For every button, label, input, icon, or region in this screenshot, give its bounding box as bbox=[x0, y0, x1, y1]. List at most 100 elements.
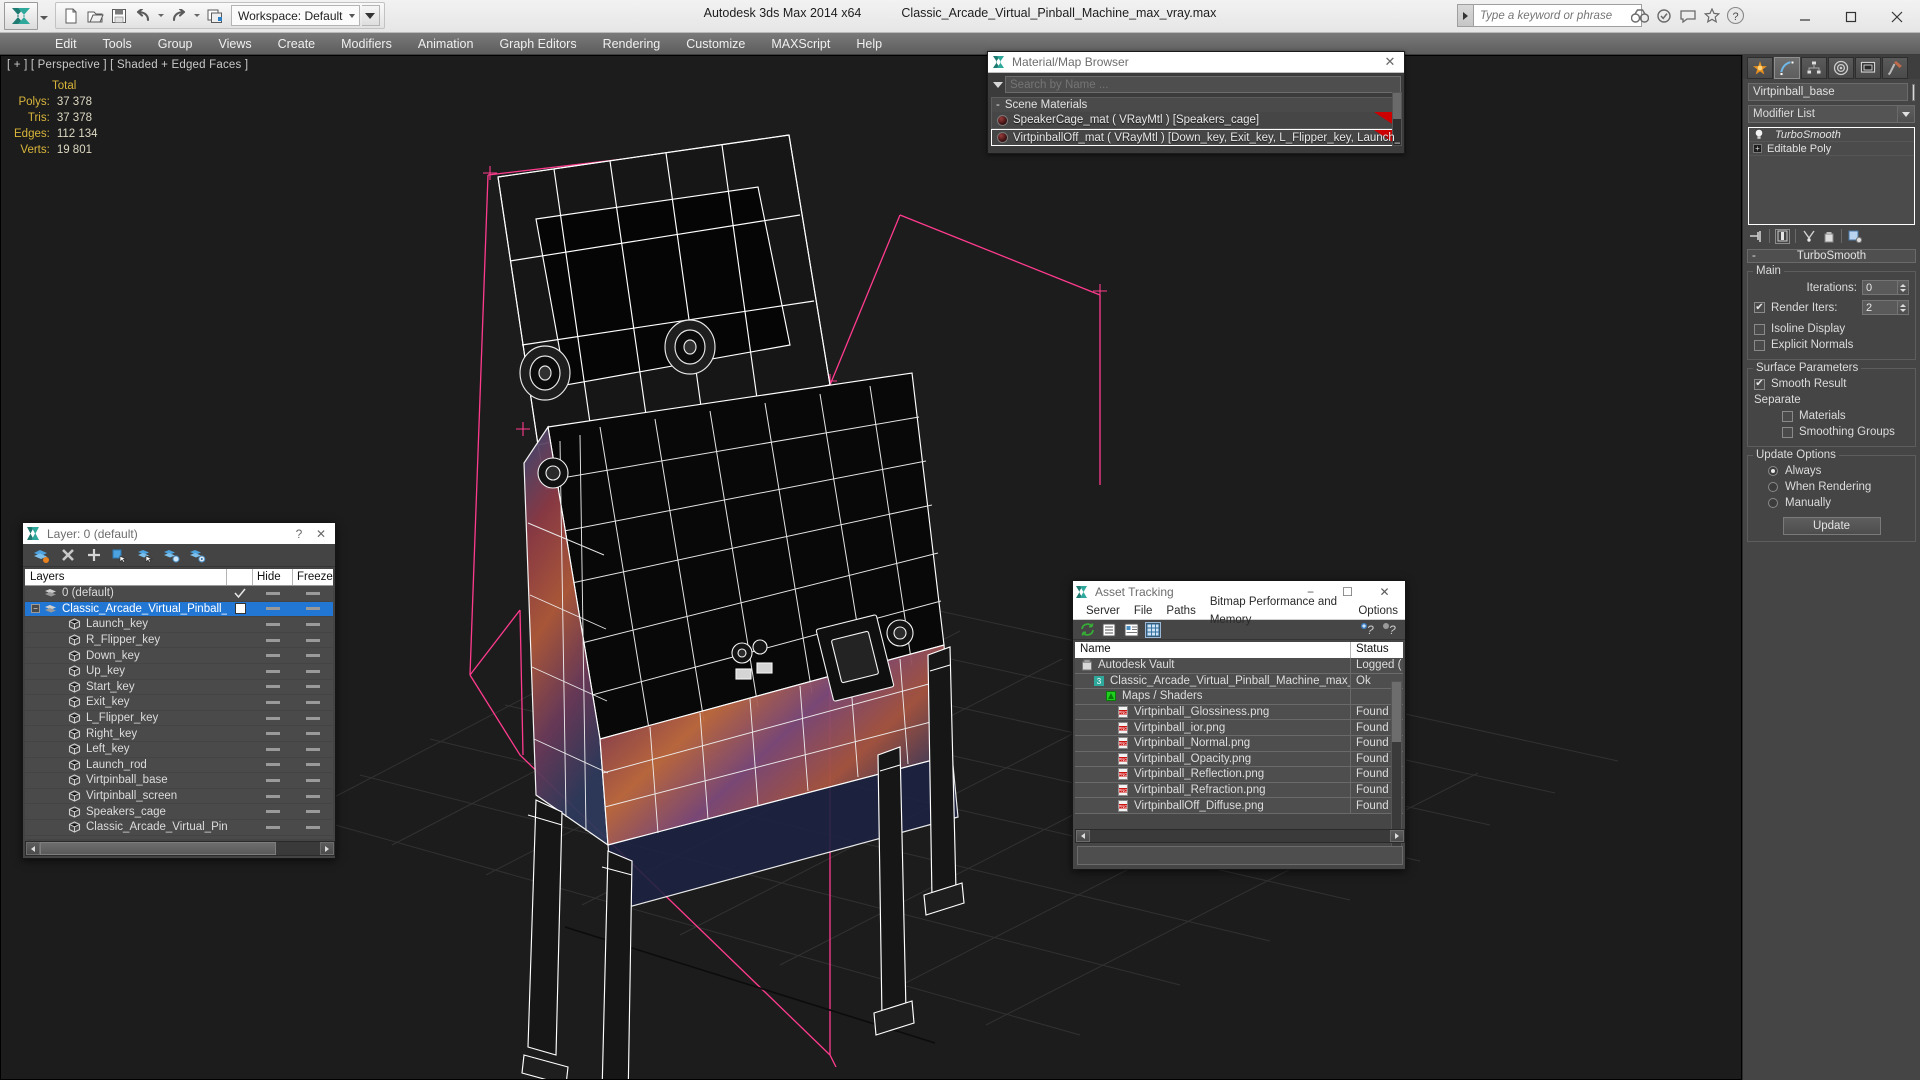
layer-freeze-cell[interactable] bbox=[293, 622, 333, 626]
new-file-icon[interactable] bbox=[60, 5, 82, 27]
redo-dropdown-icon[interactable] bbox=[192, 5, 202, 27]
asset-row[interactable]: PNG VirtpinballOff_Diffuse.png Found bbox=[1075, 798, 1403, 814]
explicit-normals-row[interactable]: Explicit Normals bbox=[1754, 337, 1909, 353]
layer-hide-cell[interactable] bbox=[253, 622, 293, 626]
modifier-list-field[interactable]: Modifier List bbox=[1748, 105, 1898, 123]
select-objects-in-layer-icon[interactable] bbox=[111, 547, 128, 564]
application-menu-button[interactable] bbox=[4, 2, 38, 30]
show-end-result-icon[interactable] bbox=[1775, 228, 1790, 244]
layer-hide-cell[interactable] bbox=[253, 654, 293, 658]
layer-freeze-cell[interactable] bbox=[293, 794, 333, 798]
workspace-dropdown-icon[interactable] bbox=[361, 5, 380, 26]
asset-row[interactable]: Maps / Shaders bbox=[1075, 689, 1403, 705]
menu-help[interactable]: Help bbox=[843, 33, 895, 55]
application-menu-caret-icon[interactable] bbox=[40, 16, 48, 20]
project-folder-icon[interactable] bbox=[204, 5, 226, 27]
layer-freeze-cell[interactable] bbox=[293, 654, 333, 658]
smooth-result-checkbox[interactable] bbox=[1754, 378, 1765, 390]
layer-freeze-cell[interactable] bbox=[293, 700, 333, 704]
minimize-button[interactable] bbox=[1782, 0, 1828, 33]
layer-freeze-cell[interactable] bbox=[293, 607, 333, 611]
detail-view-icon[interactable] bbox=[1123, 622, 1139, 638]
layer-freeze-cell[interactable] bbox=[293, 716, 333, 720]
update-manually-row[interactable]: Manually bbox=[1754, 495, 1909, 511]
stack-expand-icon[interactable]: + bbox=[1753, 144, 1762, 153]
menu-customize[interactable]: Customize bbox=[673, 33, 758, 55]
stack-item-turbosmooth[interactable]: TurboSmooth bbox=[1749, 128, 1914, 142]
favorites-star-icon[interactable] bbox=[1702, 6, 1721, 25]
asset-row[interactable]: PNG Virtpinball_ior.png Found bbox=[1075, 720, 1403, 736]
rollout-collapse-icon[interactable]: - bbox=[1752, 250, 1756, 262]
iterations-spinner-arrows[interactable] bbox=[1898, 280, 1909, 295]
grid-view-icon[interactable] bbox=[1145, 621, 1161, 638]
layer-row[interactable]: Down_key bbox=[25, 648, 333, 664]
layer-hide-cell[interactable] bbox=[253, 716, 293, 720]
isoline-display-checkbox[interactable] bbox=[1754, 323, 1765, 335]
layer-row[interactable]: Virtpinball_base bbox=[25, 773, 333, 789]
delete-layer-icon[interactable] bbox=[59, 547, 76, 564]
layer-expand-icon[interactable]: − bbox=[31, 604, 40, 614]
list-view-icon[interactable] bbox=[1101, 622, 1117, 638]
asset-close-button[interactable]: ✕ bbox=[1366, 581, 1403, 602]
layer-column-freeze[interactable]: Freeze bbox=[293, 569, 333, 585]
layer-freeze-cell[interactable] bbox=[293, 685, 333, 689]
hierarchy-tab[interactable] bbox=[1801, 57, 1827, 79]
layer-row[interactable]: 0 (default) bbox=[25, 586, 333, 602]
layer-hide-cell[interactable] bbox=[253, 763, 293, 767]
create-new-layer-icon[interactable] bbox=[33, 547, 50, 564]
help-add-icon[interactable]: ? bbox=[1361, 622, 1377, 638]
layer-column-hide[interactable]: Hide bbox=[253, 569, 293, 585]
highlight-selected-objects-layer-icon[interactable] bbox=[163, 547, 180, 564]
separate-smoothing-groups-row[interactable]: Smoothing Groups bbox=[1754, 424, 1909, 440]
layer-dialog-close-icon[interactable]: ✕ bbox=[310, 527, 332, 541]
asset-menu-bitmap-performance[interactable]: Bitmap Performance and Memory bbox=[1203, 593, 1352, 629]
update-when-rendering-row[interactable]: When Rendering bbox=[1754, 479, 1909, 495]
material-browser-filter-icon[interactable] bbox=[991, 76, 1005, 93]
layer-row[interactable]: Speakers_cage bbox=[25, 804, 333, 820]
asset-row[interactable]: 3 Classic_Arcade_Virtual_Pinball_Machine_… bbox=[1075, 673, 1403, 690]
layer-hide-cell[interactable] bbox=[253, 638, 293, 642]
asset-menu-file[interactable]: File bbox=[1127, 602, 1160, 620]
scroll-track[interactable] bbox=[40, 842, 320, 855]
make-unique-icon[interactable] bbox=[1801, 229, 1816, 244]
scroll-track[interactable] bbox=[1090, 830, 1390, 842]
layer-row[interactable]: R_Flipper_key bbox=[25, 633, 333, 649]
layer-column-active[interactable] bbox=[227, 569, 253, 585]
menu-graph-editors[interactable]: Graph Editors bbox=[486, 33, 589, 55]
render-iters-spinner-arrows[interactable] bbox=[1898, 300, 1909, 315]
modifier-stack[interactable]: TurboSmooth + Editable Poly bbox=[1748, 127, 1915, 225]
layer-row[interactable]: Left_key bbox=[25, 742, 333, 758]
select-highlighted-objects-icon[interactable] bbox=[137, 547, 154, 564]
separate-smoothing-groups-checkbox[interactable] bbox=[1782, 426, 1793, 438]
layer-row[interactable]: Launch_key bbox=[25, 617, 333, 633]
layer-row[interactable]: − Classic_Arcade_Virtual_Pinball_Machine bbox=[25, 601, 333, 618]
material-row-speakercage[interactable]: SpeakerCage_mat ( VRayMtl ) [Speakers_ca… bbox=[991, 112, 1401, 129]
turbosmooth-rollout-header[interactable]: - TurboSmooth bbox=[1747, 249, 1916, 263]
modify-tab[interactable] bbox=[1774, 57, 1800, 79]
asset-menu-options[interactable]: Options bbox=[1351, 602, 1405, 620]
stack-item-editable-poly[interactable]: + Editable Poly bbox=[1749, 142, 1914, 156]
layer-hide-cell[interactable] bbox=[253, 607, 293, 611]
layer-horizontal-scrollbar[interactable] bbox=[25, 841, 335, 856]
search-expand-icon[interactable] bbox=[1457, 4, 1474, 27]
layer-freeze-cell[interactable] bbox=[293, 778, 333, 782]
update-always-row[interactable]: Always bbox=[1754, 463, 1909, 479]
separate-materials-checkbox[interactable] bbox=[1782, 410, 1793, 422]
layer-freeze-cell[interactable] bbox=[293, 763, 333, 767]
separate-materials-row[interactable]: Materials bbox=[1754, 408, 1909, 424]
menu-views[interactable]: Views bbox=[205, 33, 264, 55]
render-iters-value[interactable]: 2 bbox=[1862, 300, 1898, 315]
group-collapse-icon[interactable]: - bbox=[996, 99, 1000, 111]
motion-tab[interactable] bbox=[1828, 57, 1854, 79]
save-file-icon[interactable] bbox=[108, 5, 130, 27]
iterations-value[interactable]: 0 bbox=[1862, 280, 1898, 295]
layer-hide-cell[interactable] bbox=[253, 825, 293, 829]
layer-hide-cell[interactable] bbox=[253, 732, 293, 736]
menu-group[interactable]: Group bbox=[145, 33, 206, 55]
layer-dialog-help-icon[interactable]: ? bbox=[288, 527, 310, 541]
communication-icon[interactable] bbox=[1678, 6, 1697, 25]
update-button[interactable]: Update bbox=[1782, 517, 1881, 535]
update-manually-radio[interactable] bbox=[1768, 498, 1778, 508]
asset-row[interactable]: PNG Virtpinball_Reflection.png Found bbox=[1075, 767, 1403, 783]
render-iters-checkbox[interactable] bbox=[1754, 302, 1765, 313]
